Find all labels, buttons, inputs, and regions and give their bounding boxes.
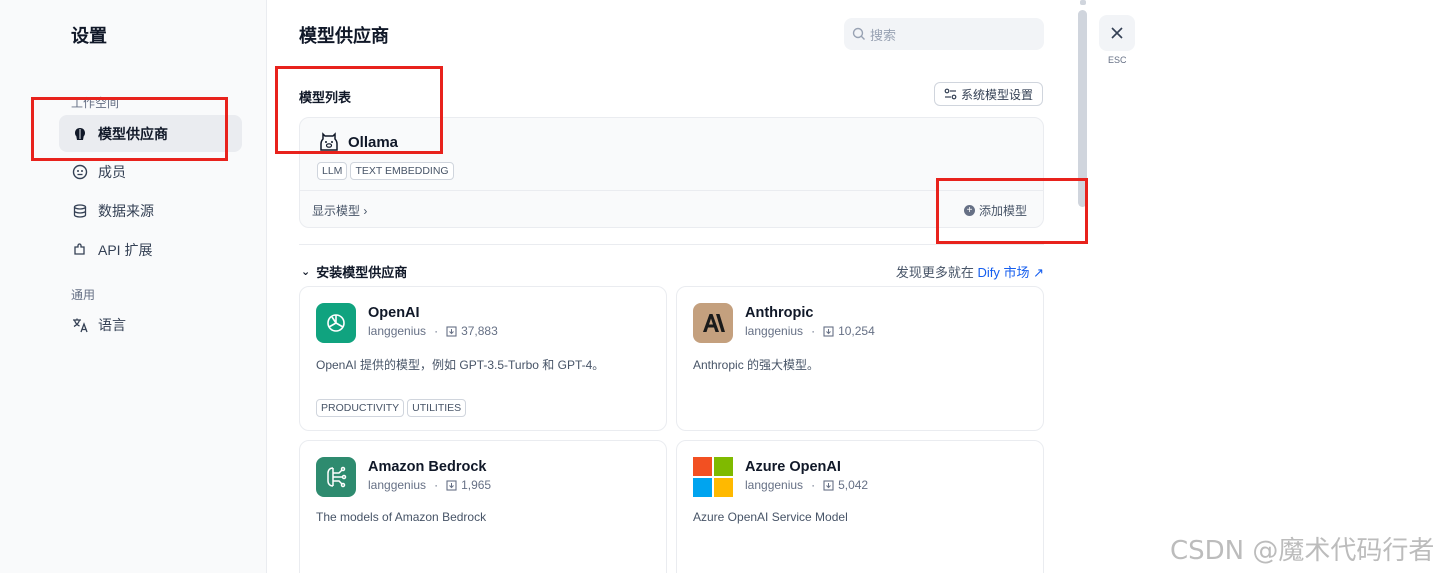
sidebar-item-data-source[interactable]: 数据来源	[59, 192, 242, 229]
openai-icon	[316, 303, 356, 343]
members-icon	[71, 163, 89, 181]
provider-name: Azure OpenAI	[745, 459, 841, 475]
provider-installs: 10,254	[838, 324, 875, 338]
settings-sidebar: 设置 工作空间 模型供应商 成员 数据来源 API 扩展 通用 语言	[0, 0, 267, 573]
provider-installs: 37,883	[461, 324, 498, 338]
provider-description: Azure OpenAI Service Model	[693, 510, 848, 524]
provider-tags: PRODUCTIVITY UTILITIES	[316, 399, 467, 417]
provider-name: Anthropic	[745, 305, 814, 321]
provider-card-anthropic[interactable]: Anthropic langgenius · 10,254 Anthropic …	[676, 286, 1044, 431]
microsoft-icon	[693, 457, 733, 497]
translate-icon	[71, 316, 89, 334]
provider-installs: 5,042	[838, 478, 869, 492]
general-group-label: 通用	[71, 288, 96, 302]
highlight-box-sidebar	[31, 97, 228, 161]
download-box-icon	[446, 325, 457, 337]
card-divider	[300, 190, 1043, 191]
sidebar-item-label: 数据来源	[98, 202, 154, 219]
install-providers-toggle[interactable]: ⌄ 安装模型供应商	[301, 262, 407, 281]
provider-author: langgenius	[745, 324, 804, 338]
provider-card-amazon-bedrock[interactable]: Amazon Bedrock langgenius · 1,965 The mo…	[299, 440, 667, 573]
provider-meta: langgenius · 5,042	[745, 478, 868, 492]
close-button[interactable]	[1099, 15, 1135, 51]
provider-installs: 1,965	[461, 478, 492, 492]
tag-productivity: PRODUCTIVITY	[316, 399, 405, 417]
puzzle-icon	[71, 241, 89, 259]
database-icon	[71, 202, 89, 220]
provider-card-azure-openai[interactable]: Azure OpenAI langgenius · 5,042 Azure Op…	[676, 440, 1044, 573]
settings-sliders-icon	[944, 88, 957, 100]
show-models-button[interactable]: 显示模型 ›	[312, 202, 367, 219]
tag-utilities: UTILITIES	[407, 399, 467, 417]
scrollbar-top-cap	[1080, 0, 1086, 5]
provider-author: langgenius	[745, 478, 804, 492]
search-input[interactable]: 搜索	[844, 18, 1044, 50]
chevron-down-icon: ⌄	[301, 266, 311, 278]
tag-text-embedding: TEXT EMBEDDING	[350, 162, 454, 180]
market-prefix: 发现更多就在	[895, 265, 974, 280]
highlight-box-add-model	[936, 178, 1088, 244]
search-icon	[852, 27, 865, 40]
sidebar-item-label: 成员	[98, 163, 126, 180]
tag-llm: LLM	[317, 162, 348, 180]
show-models-label: 显示模型	[312, 204, 361, 218]
provider-description: The models of Amazon Bedrock	[316, 510, 487, 524]
highlight-box-model-list	[275, 66, 443, 154]
meta-separator: ·	[811, 324, 816, 338]
esc-label: ESC	[1108, 55, 1127, 65]
meta-separator: ·	[434, 478, 439, 492]
provider-card-openai[interactable]: OpenAI langgenius · 37,883 OpenAI 提供的模型，…	[299, 286, 667, 431]
download-box-icon	[823, 325, 834, 337]
provider-description: Anthropic 的强大模型。	[693, 358, 820, 372]
external-arrow-icon: ↗	[1033, 265, 1044, 280]
sidebar-item-label: 语言	[98, 316, 126, 333]
provider-meta: langgenius · 37,883	[368, 324, 498, 338]
page-title: 模型供应商	[299, 26, 389, 46]
ollama-tags: LLM TEXT EMBEDDING	[317, 162, 454, 180]
marketplace-link[interactable]: 发现更多就在 Dify 市场 ↗	[896, 262, 1044, 281]
bedrock-icon	[316, 457, 356, 497]
sidebar-title: 设置	[71, 26, 107, 46]
meta-separator: ·	[434, 324, 439, 338]
download-box-icon	[823, 479, 834, 491]
provider-name: Amazon Bedrock	[368, 459, 487, 475]
provider-name: OpenAI	[368, 305, 420, 321]
provider-author: langgenius	[368, 478, 427, 492]
market-link-text: Dify 市场	[977, 265, 1030, 280]
sidebar-item-language[interactable]: 语言	[59, 306, 242, 343]
provider-meta: langgenius · 1,965	[368, 478, 491, 492]
section-divider	[299, 244, 1044, 245]
install-providers-title: 安装模型供应商	[316, 265, 408, 280]
anthropic-icon	[693, 303, 733, 343]
system-model-settings-label: 系统模型设置	[960, 87, 1033, 102]
watermark: CSDN @魔术代码行者	[1170, 536, 1435, 566]
sidebar-item-label: API 扩展	[98, 241, 153, 258]
download-box-icon	[446, 479, 457, 491]
provider-meta: langgenius · 10,254	[745, 324, 875, 338]
sidebar-item-api-extension[interactable]: API 扩展	[59, 231, 242, 268]
chevron-right-icon: ›	[363, 204, 368, 218]
system-model-settings-button[interactable]: 系统模型设置	[934, 82, 1043, 106]
close-icon	[1111, 27, 1123, 39]
search-placeholder: 搜索	[870, 27, 897, 43]
provider-author: langgenius	[368, 324, 427, 338]
provider-description: OpenAI 提供的模型，例如 GPT-3.5-Turbo 和 GPT-4。	[316, 358, 605, 372]
meta-separator: ·	[811, 478, 816, 492]
